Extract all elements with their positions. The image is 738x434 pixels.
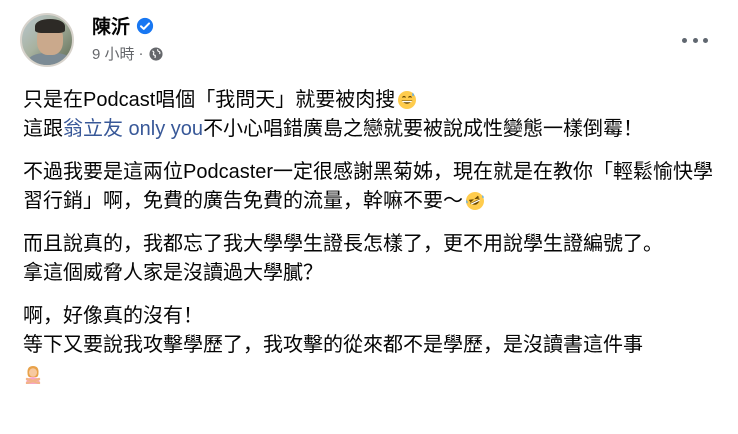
paragraph-3: 而且說真的，我都忘了我大學學生證長怎樣了，更不用說學生證編號了。 拿這個威脅人家… [23, 230, 723, 288]
hashtag-link[interactable]: 翁立友 only you [63, 118, 203, 140]
globe-icon[interactable] [148, 46, 163, 61]
text-line: 不小心唱錯廣島之戀就要被說成性變態一樣倒霉！ [203, 118, 644, 140]
paragraph-4: 啊，好像真的沒有！ 等下又要說我攻擊學歷了，我攻擊的從來都不是學歷，是沒讀書這件… [23, 302, 723, 389]
more-dot [682, 37, 687, 43]
text-line: 拿這個威脅人家是沒讀過大學膩？ [23, 262, 323, 284]
avatar-hair [35, 19, 65, 33]
author-row: 陳沂 [92, 12, 154, 39]
meta-separator: · [138, 45, 144, 62]
person-gesturing-no-emoji [25, 366, 41, 384]
grinning-sweat-emoji [398, 91, 417, 109]
text-line: 不過我要是這兩位Podcaster一定很感謝黑菊姊，現在就是在教你「輕鬆愉快學習… [23, 161, 714, 212]
text-line: 只是在Podcast唱個「我問天」就要被肉搜 [23, 89, 396, 111]
more-options-icon[interactable] [682, 34, 708, 46]
text-line: 等下又要說我攻擊學歷了，我攻擊的從來都不是學歷，是沒讀書這件事 [23, 334, 643, 356]
paragraph-1: 只是在Podcast唱個「我問天」就要被肉搜 這跟翁立友 only you不小心… [23, 86, 723, 144]
avatar-shirt [28, 53, 72, 65]
more-dot [692, 37, 698, 43]
avatar[interactable] [20, 13, 74, 67]
text-line: 啊，好像真的沒有！ [23, 305, 203, 327]
paragraph-2: 不過我要是這兩位Podcaster一定很感謝黑菊姊，現在就是在教你「輕鬆愉快學習… [23, 158, 723, 216]
post-body: 只是在Podcast唱個「我問天」就要被肉搜 這跟翁立友 only you不小心… [23, 86, 723, 403]
text-line: 而且說真的，我都忘了我大學學生證長怎樣了，更不用說學生證編號了。 [23, 233, 663, 255]
text-line: 這跟 [23, 118, 63, 140]
post-meta: 9 小時 · [92, 43, 163, 64]
post-timestamp[interactable]: 9 小時 [92, 43, 135, 64]
author-name[interactable]: 陳沂 [92, 12, 130, 39]
rolling-laughing-emoji [466, 192, 484, 210]
more-dot [703, 37, 708, 43]
verified-badge-icon [136, 17, 154, 34]
